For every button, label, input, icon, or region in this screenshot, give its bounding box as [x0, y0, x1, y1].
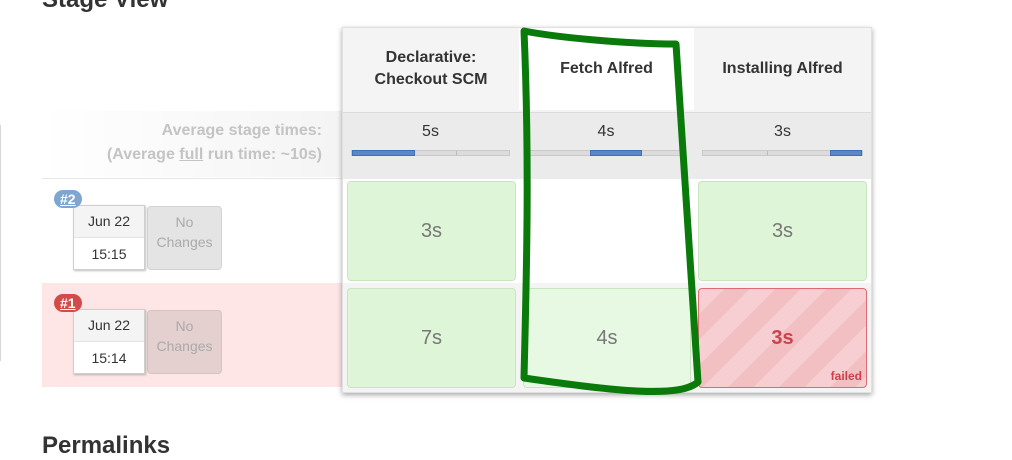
build-time: 15:15 — [91, 246, 127, 262]
changes-line1: No — [175, 318, 194, 334]
stage-name-line2: Checkout SCM — [374, 71, 488, 88]
bar-tick — [455, 151, 457, 155]
build-row-1: #1 Jun 22 15:14 No Changes — [42, 283, 342, 387]
stage-view-table: Declarative: Checkout SCM Fetch Alfred I… — [342, 27, 872, 393]
full-run-link[interactable]: full — [179, 146, 203, 163]
changes-line1: No — [175, 214, 194, 230]
stage-cell-success[interactable]: 4s — [523, 288, 691, 388]
build-number-badge[interactable]: #1 — [54, 294, 82, 312]
stage-duration: 7s — [420, 326, 443, 349]
build-date-card[interactable]: Jun 22 15:15 — [73, 205, 145, 270]
avg-progress-fill — [590, 150, 643, 156]
avg-progress-bar — [351, 150, 510, 156]
stage-name-line1: Declarative: — [385, 49, 477, 66]
stage-view-title: Stage View — [42, 0, 168, 14]
bar-tick — [766, 151, 768, 155]
avg-progress-fill — [352, 150, 415, 156]
stage-name: Fetch Alfred — [560, 60, 653, 77]
failed-label: failed — [830, 369, 862, 383]
changes-box[interactable]: No Changes — [147, 206, 222, 270]
avg-cell-install: 3s — [694, 112, 871, 180]
stage-header-checkout[interactable]: Declarative: Checkout SCM — [343, 28, 519, 110]
average-full-run-line: (Average full run time: ~10s) — [42, 143, 322, 167]
build-date: Jun 22 — [74, 206, 144, 238]
avg-progress-fill — [830, 150, 862, 156]
average-suffix: run time: ~10s) — [203, 146, 322, 163]
changes-line2: Changes — [156, 338, 213, 354]
avg-progress-bar — [702, 150, 863, 156]
avg-time: 4s — [597, 123, 615, 140]
average-stage-times-line: Average stage times: — [161, 122, 322, 139]
stage-duration: 3s — [771, 326, 794, 349]
stage-cell-failed[interactable]: 3s failed — [698, 288, 867, 388]
avg-cell-fetch: 4s — [518, 112, 694, 180]
stage-duration: 4s — [596, 326, 618, 349]
build-date: Jun 22 — [74, 310, 144, 342]
build-number-badge[interactable]: #2 — [54, 190, 82, 208]
permalinks-title: Permalinks — [42, 432, 171, 459]
build-time: 15:14 — [91, 350, 127, 366]
stage-cell-success[interactable]: 3s — [347, 181, 516, 281]
left-divider — [0, 125, 1, 361]
changes-line2: Changes — [156, 234, 213, 250]
avg-time: 5s — [422, 123, 439, 140]
build-date-card[interactable]: Jun 22 15:14 — [73, 309, 145, 374]
avg-progress-bar — [526, 150, 686, 156]
changes-box[interactable]: No Changes — [147, 310, 222, 374]
avg-time: 3s — [774, 123, 791, 140]
stage-duration: 3s — [420, 219, 443, 242]
build-row-2: #2 Jun 22 15:15 No Changes — [42, 178, 342, 282]
stage-header-installing-alfred[interactable]: Installing Alfred — [694, 28, 871, 110]
stage-cell-success[interactable]: 3s — [698, 181, 867, 281]
stage-header-fetch-alfred[interactable]: Fetch Alfred — [519, 28, 694, 110]
avg-cell-checkout: 5s — [343, 112, 518, 180]
average-stage-times-label: Average stage times: (Average full run t… — [42, 111, 342, 177]
stage-duration: 3s — [771, 219, 794, 242]
stage-cell-success[interactable]: 7s — [347, 288, 516, 388]
stage-name: Installing Alfred — [722, 60, 843, 77]
average-prefix: (Average — [106, 146, 180, 163]
